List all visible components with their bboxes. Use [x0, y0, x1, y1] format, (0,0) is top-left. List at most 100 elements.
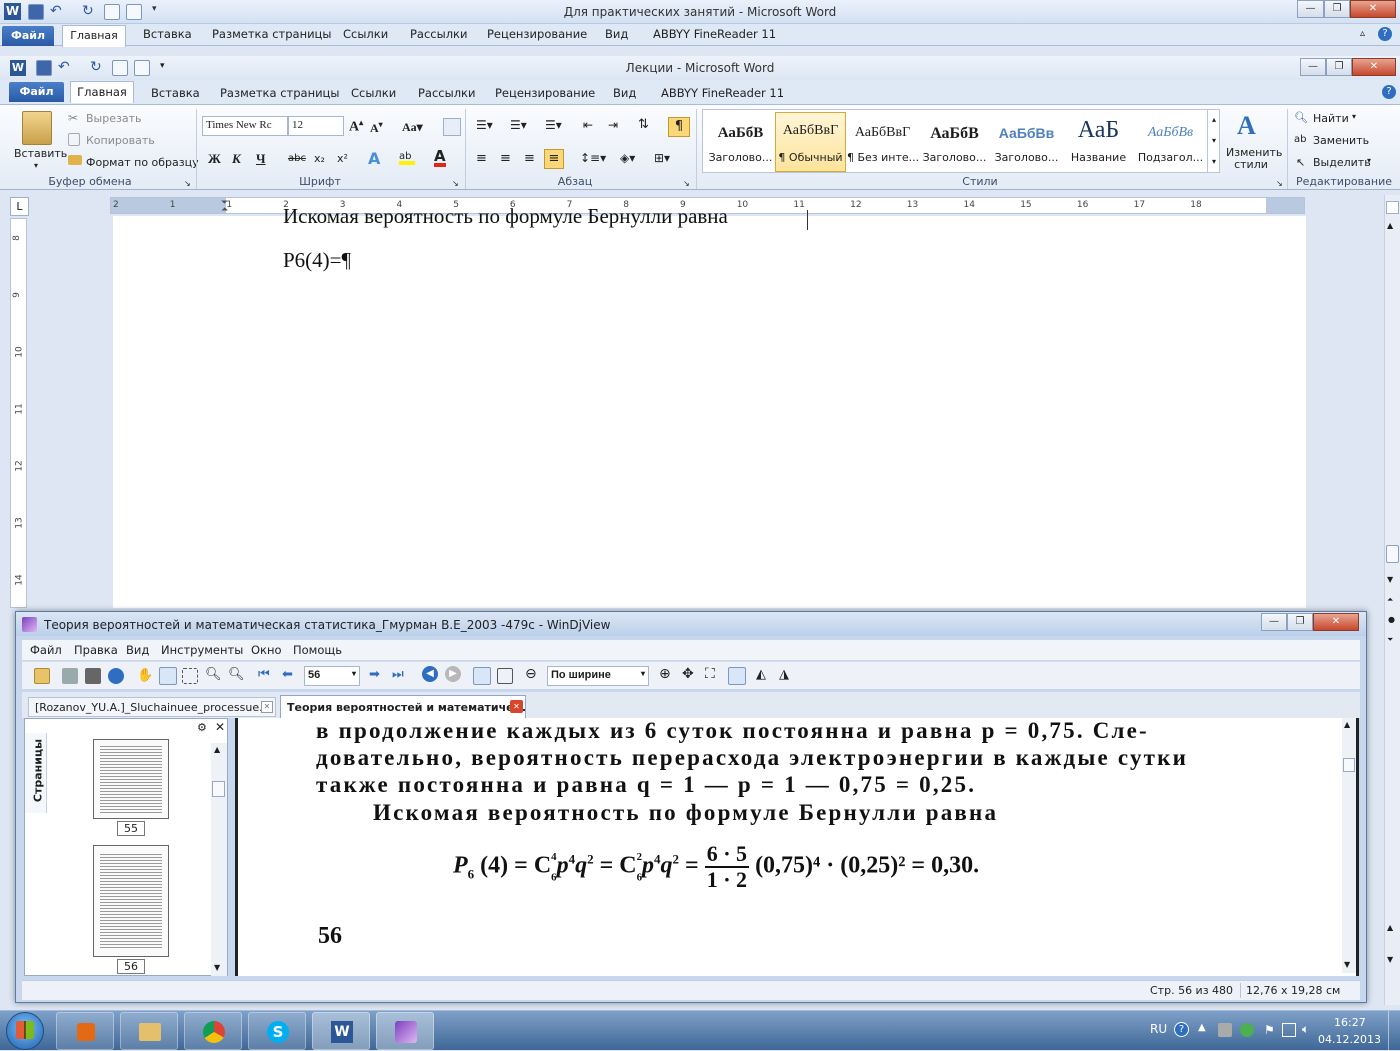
single-page-icon[interactable]	[473, 667, 491, 685]
font-color-icon[interactable]: A	[434, 149, 446, 167]
inner-tab-insert[interactable]: Вставка	[151, 86, 200, 100]
sidebar-settings-icon[interactable]: ⚙	[197, 721, 207, 734]
paragraph-launcher-icon[interactable]: ↘	[683, 179, 690, 188]
find-djv-icon[interactable]	[85, 668, 101, 684]
zoom-out-tool-icon[interactable]: 🔍︎	[228, 667, 245, 682]
style-title[interactable]: АаБ Название	[1063, 117, 1134, 173]
replace-icon[interactable]: ab	[1294, 134, 1306, 145]
zoom-combo[interactable]: По ширине ▾	[547, 666, 649, 686]
change-styles-icon[interactable]: A	[1237, 111, 1256, 141]
sidebar-close-icon[interactable]: ✕	[215, 720, 225, 734]
zoom-in-tool-icon[interactable]: 🔍︎	[205, 667, 222, 682]
inner-minimize-button[interactable]: —	[1300, 58, 1326, 76]
last-page-icon[interactable]: ⏭	[392, 667, 404, 682]
inner-restore-button[interactable]: ❐	[1326, 58, 1352, 76]
view-scroll-down-icon[interactable]: ▼	[1344, 960, 1350, 969]
djv-restore-button[interactable]: ❐	[1287, 613, 1313, 631]
doc-tab-gmurman-close-icon[interactable]: ✕	[510, 700, 523, 713]
outer-restore-button[interactable]: ❐	[1324, 0, 1350, 18]
scroll-down-icon[interactable]: ▼	[1387, 575, 1393, 584]
outer-tab-layout[interactable]: Разметка страницы	[212, 27, 331, 41]
djv-minimize-button[interactable]: —	[1261, 613, 1287, 631]
document-page[interactable]: Искомая вероятность по формуле Бернулли …	[113, 204, 1306, 608]
font-launcher-icon[interactable]: ↘	[452, 179, 459, 188]
outer-tab-home[interactable]: Главная	[62, 25, 126, 47]
outer-tab-references[interactable]: Ссылки	[343, 27, 388, 41]
first-page-icon[interactable]: ⏮	[258, 667, 270, 682]
copy-button[interactable]: Копировать	[86, 134, 155, 147]
style-no-spacing[interactable]: АаБбВвГ ¶ Без инте...	[847, 117, 918, 173]
decrease-indent-icon[interactable]: ⇤	[583, 118, 593, 132]
align-center-icon[interactable]: ≡	[500, 151, 511, 166]
thumbnail-55[interactable]	[93, 739, 169, 819]
cut-icon[interactable]: ✂	[68, 111, 84, 127]
zoom-in-icon[interactable]: ⊕	[659, 666, 671, 682]
show-marks-icon[interactable]: ¶	[668, 117, 690, 137]
numbering-icon[interactable]: ☰▾	[510, 118, 527, 132]
change-case-icon[interactable]: Aa▾	[402, 120, 423, 135]
taskbar-chrome[interactable]	[184, 1012, 242, 1050]
outer-minimize-ribbon-icon[interactable]: ▵	[1360, 28, 1365, 39]
clock-time[interactable]: 16:27	[1334, 1016, 1366, 1029]
font-name-combo[interactable]: Times New Rc	[202, 116, 288, 136]
subscript-icon[interactable]: x₂	[314, 152, 325, 165]
djv-view-scrollbar[interactable]: ▲ ▼	[1342, 718, 1356, 973]
info-icon[interactable]	[108, 668, 124, 684]
sidebar-scroll-thumb[interactable]	[212, 781, 225, 797]
text-effects-icon[interactable]: A	[368, 149, 380, 168]
prev-page-icon[interactable]: ⏶	[1387, 595, 1393, 605]
inner-file-tab[interactable]: Файл	[9, 82, 64, 102]
taskbar-windjview[interactable]	[376, 1012, 434, 1050]
djvu-page-view[interactable]: в продолжение каждых из 6 суток постоянн…	[235, 718, 1359, 976]
menu-window[interactable]: Окно	[251, 643, 282, 657]
sidebar-scroll-down-icon[interactable]: ▼	[214, 963, 220, 972]
scroll-up-icon[interactable]: ▲	[1387, 221, 1393, 230]
prev-page-djv-icon[interactable]: ⬅	[282, 667, 293, 682]
superscript-icon[interactable]: x²	[337, 152, 348, 165]
tray-expand-icon[interactable]: ▲	[1198, 1022, 1206, 1033]
align-left-icon[interactable]: ≡	[476, 151, 487, 166]
style-subtitle[interactable]: АаБбВв Подзагол...	[1135, 117, 1206, 173]
scroll-up-lower-icon[interactable]: ▲	[1387, 923, 1393, 932]
tray-app-icon[interactable]	[1218, 1023, 1232, 1037]
paste-dropdown-icon[interactable]: ▾	[34, 161, 38, 170]
taskbar-word[interactable]: W	[312, 1012, 370, 1050]
sidebar-scrollbar[interactable]: ▲ ▼	[211, 743, 227, 976]
bullets-icon[interactable]: ☰▾	[476, 118, 493, 132]
outer-tab-insert[interactable]: Вставка	[143, 27, 192, 41]
browse-object-icon[interactable]: ●	[1388, 615, 1395, 624]
inner-close-button[interactable]: ✕	[1352, 58, 1396, 76]
open-icon[interactable]	[34, 668, 50, 684]
fit-width-icon[interactable]: ✥	[682, 666, 694, 682]
select-tool-icon[interactable]	[159, 667, 177, 685]
highlight-icon[interactable]: ab	[399, 151, 415, 165]
outer-tab-abbyy[interactable]: ABBYY FineReader 11	[653, 27, 776, 41]
underline-icon[interactable]: Ч	[256, 151, 266, 167]
find-dropdown-icon[interactable]: ▾	[1352, 112, 1356, 121]
line-spacing-icon[interactable]: ↕≡▾	[580, 151, 606, 165]
hand-tool-icon[interactable]: ✋	[137, 668, 153, 683]
style-heading-3[interactable]: АаБбВв Заголово...	[991, 117, 1062, 173]
inner-tab-abbyy[interactable]: ABBYY FineReader 11	[661, 86, 784, 100]
menu-help[interactable]: Помощь	[293, 643, 342, 657]
forward-icon[interactable]: ▶	[445, 666, 461, 682]
inner-tab-references[interactable]: Ссылки	[351, 86, 396, 100]
change-styles-button[interactable]: Изменить стили	[1226, 147, 1282, 171]
grow-font-icon[interactable]: A▴	[349, 118, 363, 136]
outer-tab-review[interactable]: Рецензирование	[487, 27, 587, 41]
styles-more-icon[interactable]: ▾	[1207, 152, 1220, 172]
taskbar-explorer[interactable]	[120, 1012, 178, 1050]
language-indicator[interactable]: RU	[1150, 1022, 1167, 1036]
outer-tab-view[interactable]: Вид	[605, 27, 628, 41]
select-icon[interactable]: ↖	[1296, 156, 1305, 169]
print-djv-icon[interactable]	[62, 668, 78, 684]
inner-help-icon[interactable]: ?	[1382, 85, 1396, 99]
clear-format-icon[interactable]	[443, 118, 461, 136]
back-icon[interactable]: ◀	[422, 666, 438, 682]
strikethrough-icon[interactable]: abc	[288, 153, 306, 164]
view-scroll-up-icon[interactable]: ▲	[1344, 720, 1350, 729]
doc-tab-rozanov[interactable]: [Rozanov_YU.A.]_Sluchainuee_processue...…	[28, 697, 276, 717]
fit-page-icon[interactable]: ⛶	[705, 666, 715, 682]
rotate-left-icon[interactable]: ◭	[756, 667, 766, 682]
inner-tab-review[interactable]: Рецензирование	[495, 86, 595, 100]
